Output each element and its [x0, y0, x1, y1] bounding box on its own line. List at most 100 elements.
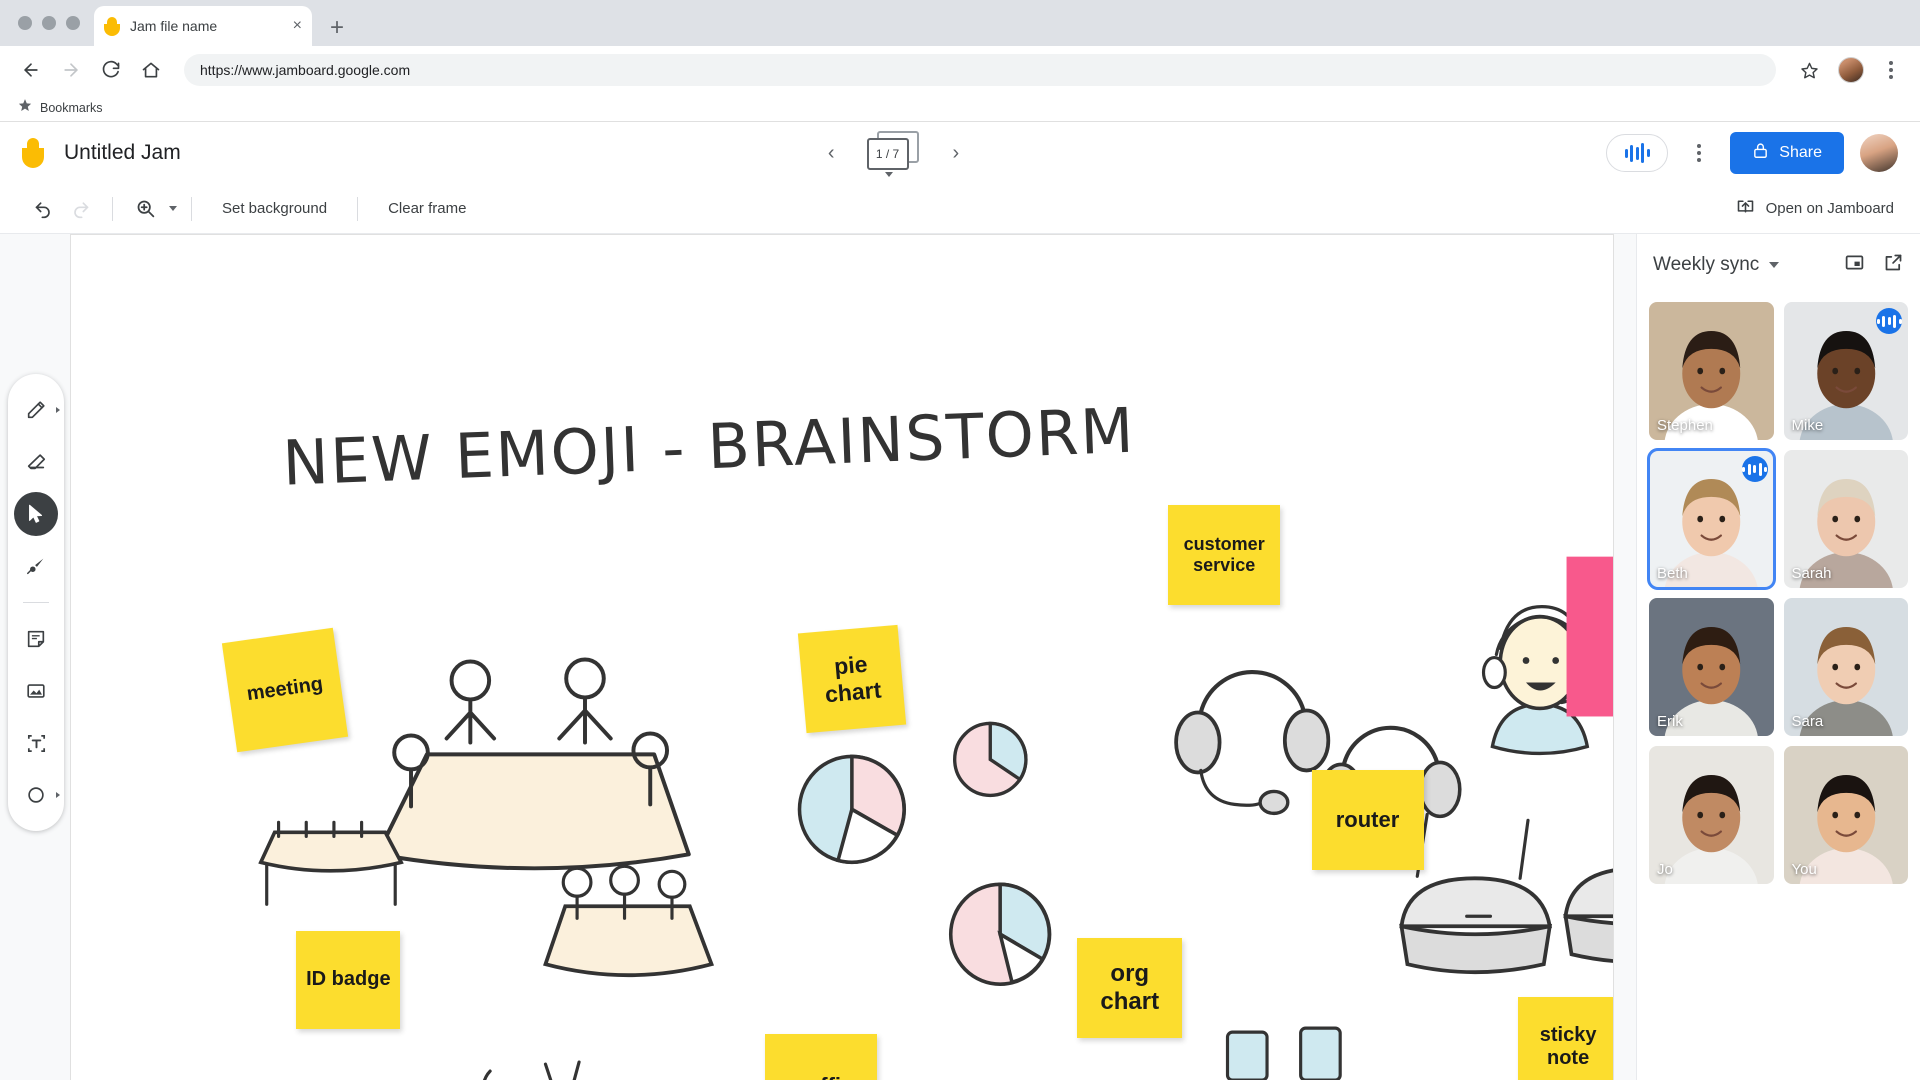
previous-frame-button[interactable]: ‹ [822, 137, 841, 169]
browser-tab[interactable]: Jam file name × [94, 6, 312, 46]
header-actions: Share [1606, 132, 1898, 174]
doodle-pie-chart-2 [953, 721, 1028, 798]
home-icon[interactable] [134, 53, 168, 87]
sticky-note[interactable]: router [1311, 770, 1424, 871]
sticky-note[interactable]: sticky note [1518, 997, 1613, 1080]
browser-toolbar: https://www.jamboard.google.com [0, 46, 1920, 94]
new-tab-button[interactable]: + [330, 16, 344, 40]
jamboard-favicon-icon [104, 16, 120, 36]
close-window-dot[interactable] [18, 16, 32, 30]
laser-tool-button[interactable] [14, 544, 58, 588]
zoom-dropdown-caret-icon[interactable] [169, 206, 177, 211]
bookmarks-label[interactable]: Bookmarks [40, 101, 103, 115]
browser-menu-icon[interactable] [1876, 55, 1906, 85]
participant-tile[interactable]: Jo [1649, 746, 1774, 884]
meet-panel: Weekly sync Stephen Mike Beth Sarah Erik Sara… [1636, 234, 1920, 1080]
clear-frame-button[interactable]: Clear frame [372, 200, 482, 217]
open-on-jamboard-label: Open on Jamboard [1765, 200, 1894, 217]
undo-icon[interactable] [26, 191, 62, 227]
frame-dropdown-caret-icon[interactable] [884, 172, 893, 177]
toolbar-divider-3 [357, 196, 359, 221]
participant-name: Beth [1657, 565, 1688, 582]
participant-name: Jo [1657, 861, 1673, 878]
zoom-in-icon[interactable] [127, 191, 163, 227]
meet-controls [1637, 1068, 1920, 1080]
meeting-title: Weekly sync [1653, 254, 1760, 275]
sticky-note[interactable]: meeting [222, 627, 349, 753]
waveform-bars [1624, 143, 1650, 163]
reload-icon[interactable] [94, 53, 128, 87]
participant-tile[interactable]: Sara [1783, 598, 1908, 736]
participant-tile[interactable]: You [1783, 746, 1908, 884]
lock-icon [1752, 142, 1769, 164]
redo-icon [62, 191, 98, 227]
sticky-note-text: meeting [245, 672, 325, 706]
address-bar[interactable]: https://www.jamboard.google.com [184, 54, 1776, 86]
doodle-pie-chart-1 [797, 754, 907, 865]
bookmark-star-small-icon [18, 98, 32, 117]
meeting-dropdown-caret-icon[interactable] [1769, 262, 1780, 268]
window-controls[interactable] [14, 0, 94, 46]
frame-selector[interactable]: 1 / 7 [866, 131, 921, 177]
tab-title: Jam file name [130, 18, 218, 34]
speaking-indicator-icon [1876, 308, 1902, 334]
participant-tile[interactable]: Stephen [1649, 302, 1774, 440]
frame-navigation: ‹ 1 / 7 › [822, 131, 966, 177]
pen-options-caret-icon[interactable] [56, 407, 60, 413]
sticky-note[interactable]: pie chart [798, 624, 907, 734]
shape-tool-button[interactable] [14, 773, 60, 817]
more-options-icon[interactable] [1684, 138, 1714, 168]
speaking-indicator-icon [1741, 456, 1768, 482]
doodle-bench-table [258, 820, 404, 906]
doodle-headset-1 [1174, 669, 1331, 816]
jamboard-logo-icon [22, 138, 44, 168]
sticky-note-tool-button[interactable] [14, 617, 58, 661]
pen-tool-button[interactable] [14, 388, 60, 432]
user-avatar[interactable] [1859, 134, 1898, 172]
sticky-note[interactable]: org chart [1077, 937, 1183, 1038]
set-background-button[interactable]: Set background [206, 200, 343, 217]
maximize-window-dot[interactable] [66, 16, 80, 30]
select-tool-button[interactable] [14, 492, 58, 536]
doodle-meeting-table [375, 657, 691, 871]
doodle-router-1 [1399, 812, 1553, 975]
browser-profile-avatar[interactable] [1838, 57, 1864, 83]
back-icon[interactable] [14, 53, 48, 87]
share-button[interactable]: Share [1730, 132, 1844, 174]
doodle-org-chart-1 [1225, 1026, 1342, 1080]
doodle-meeting-table-2 [543, 864, 715, 978]
sticky-note-text: ID badge [306, 968, 391, 991]
url-text: https://www.jamboard.google.com [200, 62, 411, 78]
text-box-tool-button[interactable] [14, 721, 58, 765]
participant-tile[interactable]: Sarah [1783, 450, 1908, 588]
open-on-jamboard-button[interactable]: Open on Jamboard [1735, 196, 1894, 221]
jam-title[interactable]: Untitled Jam [64, 141, 181, 165]
sticky-note[interactable]: muffin [764, 1034, 877, 1080]
sticky-note-text: sticky note [1539, 1023, 1597, 1070]
open-in-new-icon[interactable] [1883, 252, 1904, 278]
doodle-id-badge-2 [543, 1060, 581, 1080]
sticky-note-text: router [1335, 807, 1400, 833]
participant-name: Mike [1791, 417, 1824, 434]
participant-tile[interactable]: Erik [1649, 598, 1774, 736]
sticky-note[interactable]: ID badge [296, 931, 401, 1030]
audio-waveform-icon[interactable] [1606, 134, 1669, 172]
share-label: Share [1779, 144, 1822, 161]
jam-canvas[interactable]: .ink { fill:none; stroke:#333; stroke-wi… [70, 234, 1614, 1080]
next-frame-button[interactable]: › [947, 137, 966, 169]
sticky-note-text: customer service [1183, 533, 1265, 575]
eraser-tool-button[interactable] [14, 440, 58, 484]
image-tool-button[interactable] [14, 669, 58, 713]
participant-tile[interactable]: Beth [1647, 448, 1776, 590]
participant-tile[interactable]: Mike [1783, 302, 1908, 440]
bookmark-star-icon[interactable] [1792, 53, 1826, 87]
tool-rail [8, 374, 64, 831]
picture-in-picture-icon[interactable] [1844, 252, 1865, 278]
forward-icon [54, 53, 88, 87]
shape-options-caret-icon[interactable] [56, 792, 60, 798]
browser-chrome: Jam file name × + https://www.jamboard.g… [0, 0, 1920, 122]
close-tab-icon[interactable]: × [293, 18, 302, 34]
minimize-window-dot[interactable] [42, 16, 56, 30]
doodle-id-badge-1 [482, 1069, 492, 1080]
sticky-note[interactable]: customer service [1168, 504, 1281, 605]
